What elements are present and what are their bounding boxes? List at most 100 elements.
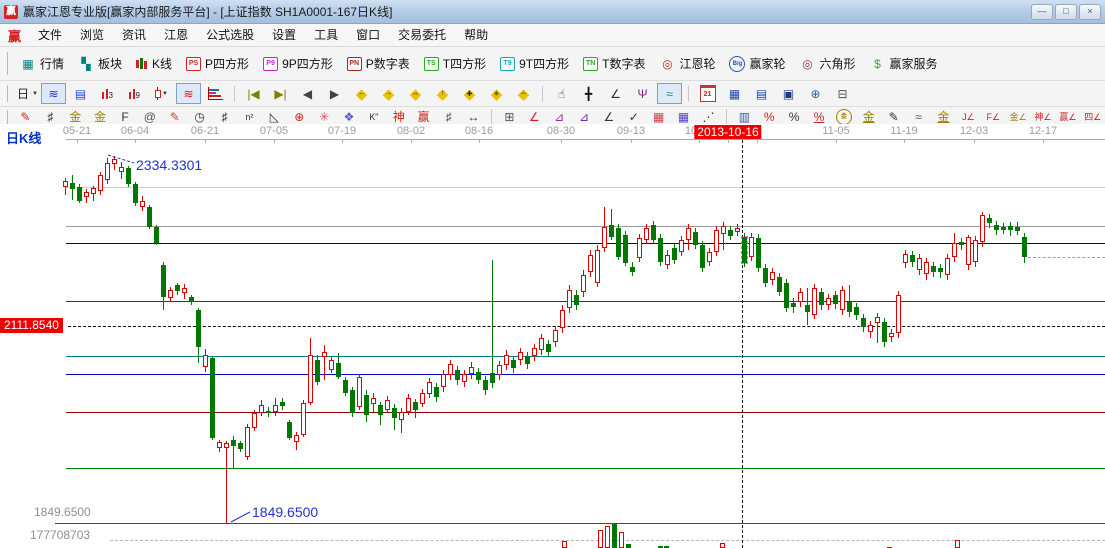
candle <box>721 226 726 234</box>
tool-glyph-icon: ≈ <box>911 110 927 125</box>
mini-chart-9-button[interactable]: 9 <box>122 83 147 104</box>
candle <box>84 192 89 197</box>
menu-item-help[interactable]: 帮助 <box>455 25 497 45</box>
diamond-left-button[interactable]: ◆← <box>349 83 374 104</box>
badge-icon: TN <box>583 57 598 71</box>
print-button[interactable]: ⊟ <box>830 83 855 104</box>
candle <box>826 298 831 305</box>
mini-chart-3-button[interactable]: 3 <box>95 83 120 104</box>
chart-area[interactable]: 05-2106-0406-2107-0507-1908-0208-1608-30… <box>0 124 1105 548</box>
candle <box>259 405 264 413</box>
hand-tool-button[interactable]: ☝ <box>549 83 574 104</box>
t-square-button[interactable]: TST四方形 <box>417 53 493 74</box>
angle-measure-tool-button[interactable]: ∠ <box>603 83 628 104</box>
toolbar-label: 江恩轮 <box>679 55 715 72</box>
candle <box>182 288 187 293</box>
next-bar-button[interactable]: ▶ <box>322 83 347 104</box>
diamond-cross-button[interactable]: ◆✚ <box>457 83 482 104</box>
sectors-button[interactable]: ▚板块 <box>71 53 129 74</box>
tool-glyph-icon: 赢∠ <box>1060 110 1076 125</box>
title-bar[interactable]: 赢 赢家江恩专业版[赢家内部服务平台] - [上证指数 SH1A0001-167… <box>0 0 1105 24</box>
toolbar-grip[interactable] <box>4 52 8 75</box>
date-label: 08-02 <box>397 125 425 137</box>
toolbar-label: 板块 <box>98 55 122 72</box>
gann-wheel-button[interactable]: ◎江恩轮 <box>652 53 722 74</box>
candle <box>637 238 642 258</box>
diamond-star-button[interactable]: ◆✳ <box>484 83 509 104</box>
menu-item-file[interactable]: 文件 <box>29 25 71 45</box>
hexagon-button[interactable]: ◎六角形 <box>793 53 863 74</box>
candle <box>112 159 117 164</box>
9p-square-button[interactable]: P99P四方形 <box>256 53 340 74</box>
menu-item-trade-order[interactable]: 交易委托 <box>389 25 455 45</box>
candle <box>539 338 544 350</box>
toolbar-label: P数字表 <box>366 55 410 72</box>
menu-item-settings[interactable]: 设置 <box>263 25 305 45</box>
menu-item-browse[interactable]: 浏览 <box>71 25 113 45</box>
axis-price-label: 1849.6500 <box>34 505 91 519</box>
last-bar-button[interactable]: ▶| <box>268 83 293 104</box>
notepad-button[interactable]: ▤ <box>749 83 774 104</box>
toolbar-grip[interactable] <box>4 110 8 124</box>
close-button[interactable]: × <box>1079 4 1101 20</box>
candle <box>560 310 565 328</box>
candle <box>301 403 306 435</box>
winner-wheel-button[interactable]: Big赢家轮 <box>722 53 792 74</box>
gann-notes-button[interactable]: ▤ <box>68 83 93 104</box>
crosshair-tool-button[interactable]: ╋ <box>576 83 601 104</box>
t-number-table-button[interactable]: TNT数字表 <box>576 53 652 74</box>
histogram-icon <box>208 87 223 100</box>
network-button[interactable]: ⊕ <box>803 83 828 104</box>
maximize-button[interactable]: □ <box>1055 4 1077 20</box>
diamond-right-button[interactable]: ◆→ <box>376 83 401 104</box>
menu-item-formula-select[interactable]: 公式选股 <box>197 25 263 45</box>
diamond-lr-button[interactable]: ◆↔ <box>403 83 428 104</box>
candle <box>161 265 166 297</box>
calculator-button[interactable]: ▦ <box>722 83 747 104</box>
calendar-21-button[interactable]: 21 <box>695 83 720 104</box>
menu-item-tools[interactable]: 工具 <box>305 25 347 45</box>
tool-glyph-icon: 金 <box>67 110 83 125</box>
menu-item-news[interactable]: 资讯 <box>113 25 155 45</box>
menu-item-window[interactable]: 窗口 <box>347 25 389 45</box>
badge-icon: T9 <box>500 57 515 71</box>
selected-candle <box>742 237 747 263</box>
gann-scribble-red-button[interactable]: ≋ <box>176 83 201 104</box>
tool-glyph-icon: 金∠ <box>1010 110 1026 125</box>
p-square-button[interactable]: PSP四方形 <box>179 53 256 74</box>
candle <box>133 184 138 203</box>
selected-date-badge: 2013-10-16 <box>694 125 761 139</box>
date-label: 07-19 <box>328 125 356 137</box>
menu-item-gann[interactable]: 江恩 <box>155 25 197 45</box>
candle-style-dropdown-button[interactable]: ▼ <box>149 83 174 104</box>
first-bar-button[interactable]: |◀ <box>241 83 266 104</box>
minimize-button[interactable]: — <box>1031 4 1053 20</box>
p-number-table-button[interactable]: PNP数字表 <box>340 53 417 74</box>
toolbar-grip[interactable] <box>4 85 8 103</box>
kline-button[interactable]: K线 <box>129 53 179 74</box>
volume-bar <box>598 530 603 548</box>
volume-bar <box>605 526 610 548</box>
period-day-dropdown-button[interactable]: 日▼ <box>14 83 39 104</box>
tool-glyph-icon: ❖ <box>341 110 357 125</box>
trident-tool-button[interactable]: Ψ <box>630 83 655 104</box>
tool-glyph-icon: 赢 <box>416 110 432 125</box>
candle <box>931 266 936 272</box>
wave-scribble-teal-button[interactable]: ≈ <box>657 83 682 104</box>
histogram-view-button[interactable] <box>203 83 228 104</box>
winner-service-button[interactable]: $赢家服务 <box>863 53 945 74</box>
candle <box>357 377 362 407</box>
candle <box>343 380 348 393</box>
candle <box>91 188 96 194</box>
quotes-button[interactable]: ▦行情 <box>13 53 71 74</box>
tool-glyph-icon: ✎ <box>886 110 902 125</box>
candle <box>693 232 698 245</box>
9t-square-button[interactable]: T99T四方形 <box>493 53 576 74</box>
prev-bar-button[interactable]: ◀ <box>295 83 320 104</box>
tool-glyph-icon: 金 <box>836 109 852 125</box>
diamond-up-button[interactable]: ◆↑ <box>430 83 455 104</box>
save-button[interactable]: ▣ <box>776 83 801 104</box>
diamond-width-button[interactable]: ◆⇔ <box>511 83 536 104</box>
candle <box>168 290 173 298</box>
gann-scribble-blue-button[interactable]: ≋ <box>41 83 66 104</box>
